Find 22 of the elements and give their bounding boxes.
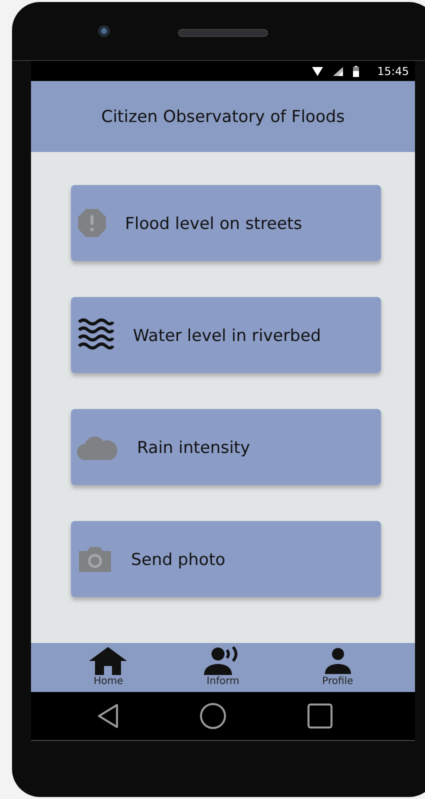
camera-icon — [97, 24, 111, 38]
nav-item[interactable]: Home — [73, 643, 144, 692]
warning-icon — [77, 208, 107, 238]
status-time: 15:45 — [377, 64, 409, 78]
nav-item[interactable]: Inform — [188, 643, 258, 692]
wifi-icon — [312, 66, 324, 76]
menu-button[interactable]: Send photo — [71, 521, 381, 597]
menu-button[interactable]: Rain intensity — [71, 409, 381, 485]
camera-icon — [77, 545, 113, 573]
cloud-icon — [77, 434, 119, 460]
menu-button[interactable]: Water level in riverbed — [71, 297, 381, 373]
menu-button[interactable]: Flood level on streets — [71, 185, 381, 261]
app-title: Citizen Observatory of Floods — [101, 107, 345, 126]
back-icon[interactable] — [97, 703, 119, 729]
recents-icon[interactable] — [307, 703, 333, 729]
waves-icon — [77, 318, 115, 352]
home-circle-icon[interactable] — [199, 702, 227, 730]
speaker-grille-icon — [178, 29, 268, 37]
battery-icon — [353, 66, 360, 76]
signal-icon — [333, 66, 344, 76]
home-icon — [88, 646, 128, 676]
nav-item[interactable]: Profile — [302, 643, 373, 692]
